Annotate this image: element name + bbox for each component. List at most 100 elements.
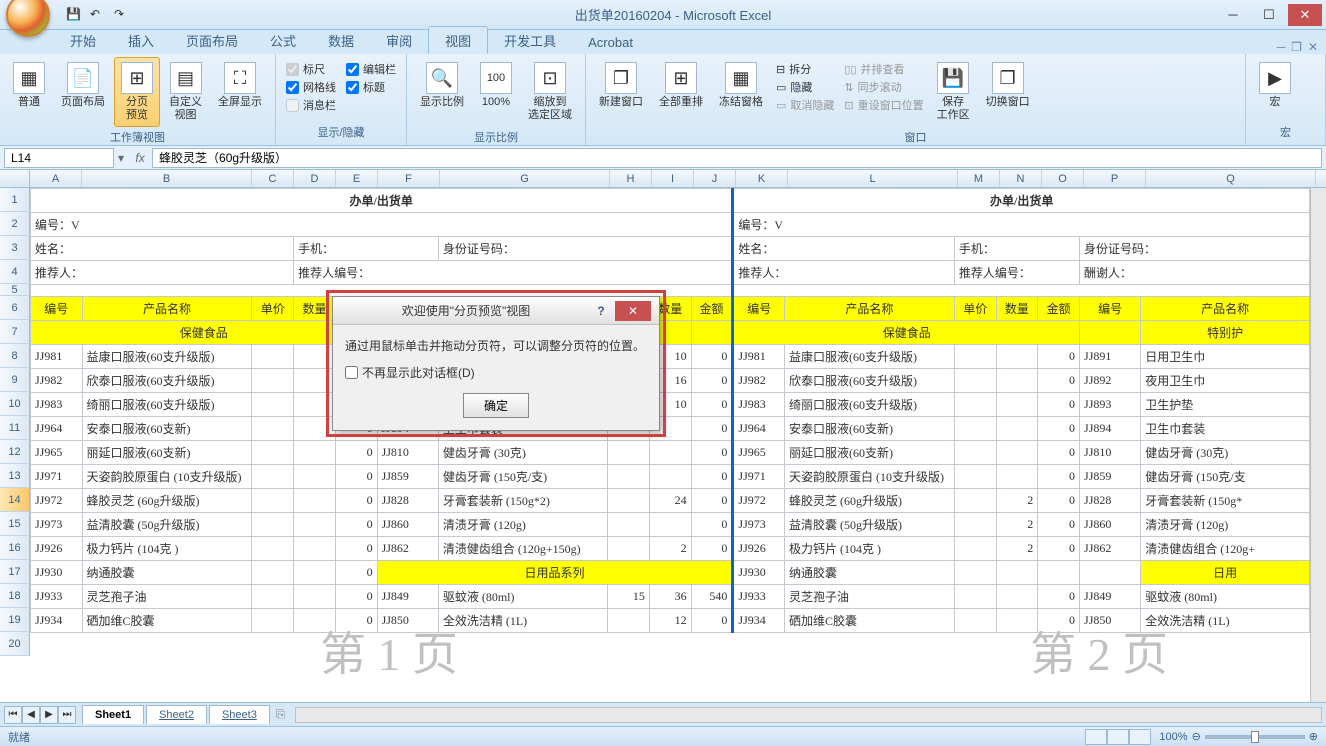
zoom-button[interactable]: 🔍显示比例 [413,57,471,114]
tab-developer[interactable]: 开发工具 [488,27,572,54]
name-box-dropdown-icon[interactable]: ▾ [114,151,128,165]
undo-icon[interactable]: ↶ [90,7,106,23]
page-layout-button[interactable]: 📄页面布局 [54,57,112,114]
row-header-14[interactable]: 14 [0,488,30,512]
row-header-4[interactable]: 4 [0,260,30,284]
freeze-panes-button[interactable]: ▦冻结窗格 [712,57,770,114]
dialog-help-button[interactable]: ? [591,304,611,318]
sheet-tab-1[interactable]: Sheet1 [82,705,144,724]
row-header-12[interactable]: 12 [0,440,30,464]
row-header-13[interactable]: 13 [0,464,30,488]
switch-windows-button[interactable]: ❐切换窗口 [979,57,1037,114]
page-break-preview-button[interactable]: ⊞分页 预览 [114,57,160,127]
dialog-close-button[interactable]: ✕ [615,301,651,321]
row-header-6[interactable]: 6 [0,296,30,320]
row-header-7[interactable]: 7 [0,320,30,344]
redo-icon[interactable]: ↷ [114,7,130,23]
zoom-slider[interactable] [1205,735,1305,739]
col-header-B[interactable]: B [82,170,252,187]
normal-view-icon[interactable] [1085,729,1107,745]
normal-view-button[interactable]: ▦普通 [6,57,52,114]
horizontal-scrollbar[interactable] [295,707,1322,723]
tab-page-layout[interactable]: 页面布局 [170,27,254,54]
col-header-A[interactable]: A [30,170,82,187]
save-icon[interactable]: 💾 [66,7,82,23]
headings-checkbox[interactable]: 标题 [346,79,396,95]
row-header-8[interactable]: 8 [0,344,30,368]
close-button[interactable]: ✕ [1288,4,1322,26]
row-header-5[interactable]: 5 [0,284,30,296]
cell-grid[interactable]: 第 1 页 第 2 页 办单/出货单办单/出货单编号：V编号：V姓名：手机：身份… [30,188,1310,702]
hide-button[interactable]: ▭ 隐藏 [776,79,834,95]
zoom-out-button[interactable]: ⊖ [1192,730,1201,743]
row-header-10[interactable]: 10 [0,392,30,416]
tab-insert[interactable]: 插入 [112,27,170,54]
fx-button[interactable]: fx [128,151,152,165]
tab-formulas[interactable]: 公式 [254,27,312,54]
last-sheet-button[interactable]: ⏭ [58,706,76,724]
col-header-E[interactable]: E [336,170,378,187]
tab-view[interactable]: 视图 [428,26,488,54]
row-header-1[interactable]: 1 [0,188,30,212]
col-header-Q[interactable]: Q [1146,170,1316,187]
col-header-G[interactable]: G [440,170,610,187]
row-header-2[interactable]: 2 [0,212,30,236]
sheet-tab-2[interactable]: Sheet2 [146,705,207,724]
formula-bar-checkbox[interactable]: 编辑栏 [346,61,396,77]
full-screen-button[interactable]: ⛶全屏显示 [211,57,269,114]
arrange-all-button[interactable]: ⊞全部重排 [652,57,710,114]
dialog-dont-show-checkbox[interactable]: 不再显示此对话框(D) [345,364,647,381]
row-header-18[interactable]: 18 [0,584,30,608]
col-header-F[interactable]: F [378,170,440,187]
page-layout-view-icon[interactable] [1107,729,1129,745]
tab-data[interactable]: 数据 [312,27,370,54]
col-header-M[interactable]: M [958,170,1000,187]
dialog-ok-button[interactable]: 确定 [463,393,529,418]
col-header-P[interactable]: P [1084,170,1146,187]
col-header-J[interactable]: J [694,170,736,187]
row-header-11[interactable]: 11 [0,416,30,440]
split-button[interactable]: ⊟ 拆分 [776,61,834,77]
row-header-16[interactable]: 16 [0,536,30,560]
tab-home[interactable]: 开始 [54,27,112,54]
col-header-H[interactable]: H [610,170,652,187]
row-header-17[interactable]: 17 [0,560,30,584]
select-all-corner[interactable] [0,170,30,188]
tab-acrobat[interactable]: Acrobat [572,31,649,54]
col-header-C[interactable]: C [252,170,294,187]
col-header-O[interactable]: O [1042,170,1084,187]
ruler-checkbox[interactable]: 标尺 [286,61,336,77]
zoom-selection-button[interactable]: ⊡缩放到 选定区域 [521,57,579,127]
tab-review[interactable]: 审阅 [370,27,428,54]
name-box[interactable] [4,148,114,168]
row-header-3[interactable]: 3 [0,236,30,260]
col-header-D[interactable]: D [294,170,336,187]
first-sheet-button[interactable]: ⏮ [4,706,22,724]
row-header-19[interactable]: 19 [0,608,30,632]
new-sheet-icon[interactable]: ⎘ [270,707,292,722]
formula-input[interactable] [152,148,1322,168]
row-header-9[interactable]: 9 [0,368,30,392]
zoom-in-button[interactable]: ⊕ [1309,730,1318,743]
next-sheet-button[interactable]: ▶ [40,706,58,724]
col-header-N[interactable]: N [1000,170,1042,187]
sheet-tab-3[interactable]: Sheet3 [209,705,270,724]
prev-sheet-button[interactable]: ◀ [22,706,40,724]
doc-restore-icon[interactable]: ❐ [1291,40,1302,54]
macros-button[interactable]: ▶宏 [1252,57,1298,114]
gridlines-checkbox[interactable]: 网格线 [286,79,336,95]
col-header-I[interactable]: I [652,170,694,187]
col-header-K[interactable]: K [736,170,788,187]
row-header-20[interactable]: 20 [0,632,30,656]
zoom-level[interactable]: 100% [1159,731,1187,743]
row-header-15[interactable]: 15 [0,512,30,536]
custom-views-button[interactable]: ▤自定义 视图 [162,57,209,127]
minimize-button[interactable]: ─ [1216,4,1250,26]
doc-minimize-icon[interactable]: ─ [1277,40,1286,54]
col-header-L[interactable]: L [788,170,958,187]
new-window-button[interactable]: ❐新建窗口 [592,57,650,114]
vertical-scrollbar[interactable] [1310,188,1326,702]
page-break-view-icon[interactable] [1129,729,1151,745]
zoom-100-button[interactable]: 100100% [473,57,519,114]
save-workspace-button[interactable]: 💾保存 工作区 [930,57,977,127]
